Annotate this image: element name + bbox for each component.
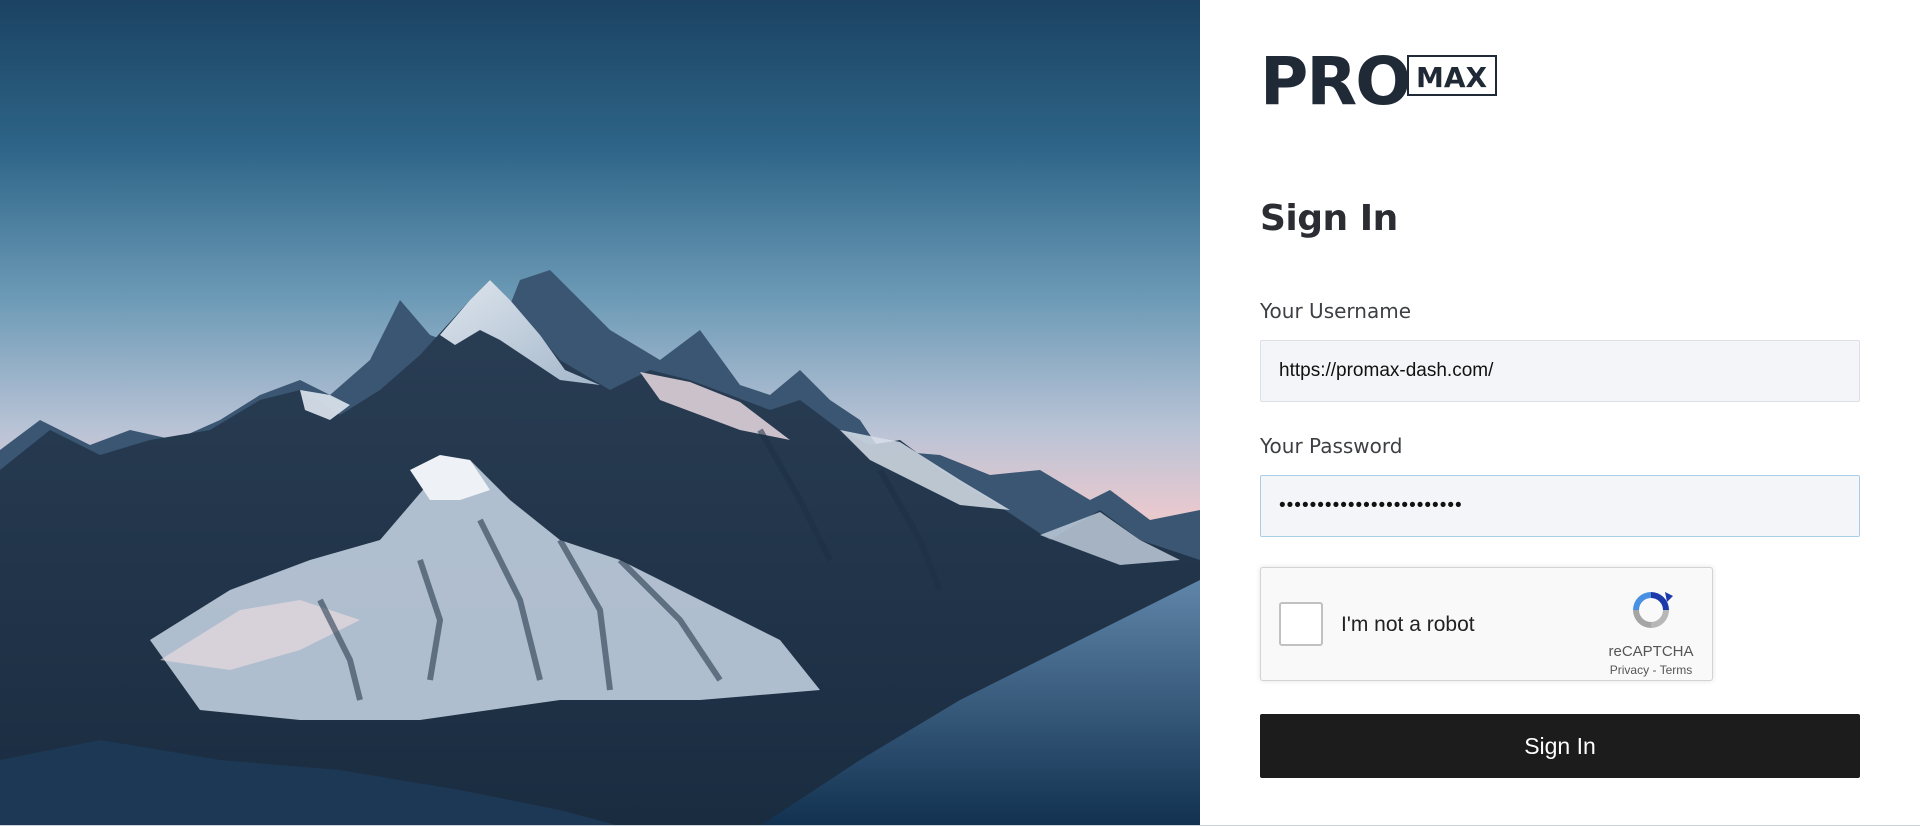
recaptcha-privacy-link[interactable]: Privacy [1610,663,1649,677]
sign-in-button[interactable]: Sign In [1260,714,1860,778]
recaptcha-brand-text: reCAPTCHA [1608,643,1694,660]
recaptcha-separator: - [1649,663,1660,677]
password-input[interactable] [1260,475,1860,537]
password-label: Your Password [1260,434,1403,458]
recaptcha-checkbox[interactable] [1279,602,1323,646]
logo-pro-text: PRO [1260,46,1409,108]
recaptcha-terms-link[interactable]: Terms [1660,663,1693,677]
logo-max-text: MAX [1416,61,1488,94]
recaptcha-brand: reCAPTCHA Privacy - Terms [1606,586,1696,677]
hero-mountain-image [0,0,1200,826]
recaptcha-label: I'm not a robot [1341,613,1475,636]
mountain-illustration [0,270,1200,826]
username-label: Your Username [1260,299,1412,323]
recaptcha-icon [1633,592,1673,628]
recaptcha-widget: I'm not a robot reCAPTCHA Privacy - Term… [1260,567,1713,681]
sign-in-panel: PRO MAX Sign In Your Username Your Passw… [1200,0,1920,826]
username-input[interactable] [1260,340,1860,402]
page-title: Sign In [1260,198,1398,239]
promax-logo: PRO MAX [1260,46,1497,108]
